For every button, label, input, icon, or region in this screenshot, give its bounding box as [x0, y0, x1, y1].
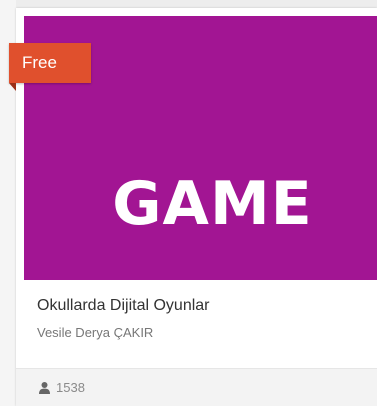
card-footer: 1538 [16, 368, 377, 406]
course-card[interactable]: GAME Free Okullarda Dijital Oyunlar Vesi… [9, 8, 377, 406]
enrolled-count: 1538 [56, 380, 85, 395]
course-author[interactable]: Vesile Derya ÇAKIR [37, 325, 153, 340]
enrolled-stat: 1538 [38, 380, 85, 395]
user-icon [38, 381, 51, 394]
free-badge: Free [9, 43, 91, 83]
badge-fold [9, 83, 16, 91]
thumbnail-text: GAME [112, 169, 313, 239]
course-listing: GAME Free Okullarda Dijital Oyunlar Vesi… [0, 0, 377, 406]
course-title[interactable]: Okullarda Dijital Oyunlar [37, 297, 210, 315]
